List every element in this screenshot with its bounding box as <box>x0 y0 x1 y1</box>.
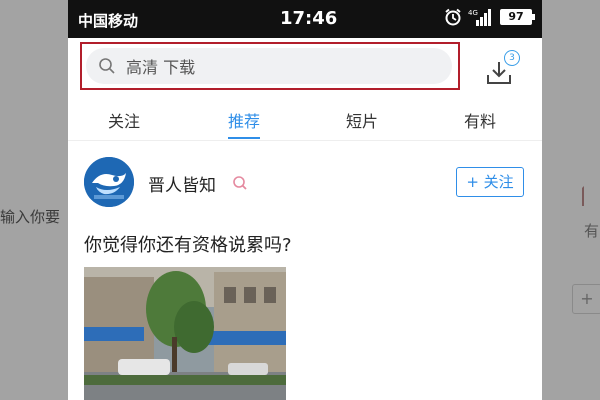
background-input-text: 输入你要 <box>0 208 61 226</box>
battery-indicator: 97 <box>500 9 535 25</box>
search-placeholder: 高清 下载 <box>126 58 196 77</box>
signal-icon: 4G <box>468 9 491 26</box>
search-row: 高清 下载 3 <box>68 38 542 98</box>
download-button[interactable]: 3 <box>482 50 522 90</box>
tab-featured[interactable]: 有料 <box>464 108 496 132</box>
search-icon <box>99 58 115 74</box>
post-thumbnail[interactable] <box>84 267 286 400</box>
avatar-logo-icon <box>84 157 134 207</box>
status-time: 17:46 <box>280 8 338 29</box>
status-icons: 4G 97 <box>444 8 535 26</box>
feed-tabs: 关注 推荐 短片 有料 <box>68 98 542 141</box>
network-label: 4G <box>468 9 478 17</box>
follow-button[interactable]: + 关注 <box>456 167 524 197</box>
background-button: + <box>572 284 600 314</box>
tab-follow[interactable]: 关注 <box>108 108 140 132</box>
carrier-label: 中国移动 <box>78 12 139 30</box>
post-title[interactable]: 你觉得你还有资格说累吗? <box>84 231 292 257</box>
tab-recommended[interactable]: 推荐 <box>228 108 260 132</box>
verified-badge-icon <box>233 176 247 190</box>
active-tab-indicator <box>228 137 260 139</box>
search-input[interactable]: 高清 下载 <box>86 48 452 84</box>
avatar[interactable] <box>84 157 134 207</box>
download-count-badge: 3 <box>504 50 520 66</box>
street-photo <box>84 267 286 400</box>
phone-screen: 中国移动 17:46 4G 97 高清 下载 3 关注 推荐 短片 有料 晋人皆… <box>68 0 542 400</box>
background-right-text: 有 <box>584 222 600 240</box>
status-bar: 中国移动 17:46 4G 97 <box>68 0 542 38</box>
tab-short-videos[interactable]: 短片 <box>346 108 378 132</box>
author-name[interactable]: 晋人皆知 <box>148 171 216 196</box>
alarm-icon <box>445 8 461 26</box>
